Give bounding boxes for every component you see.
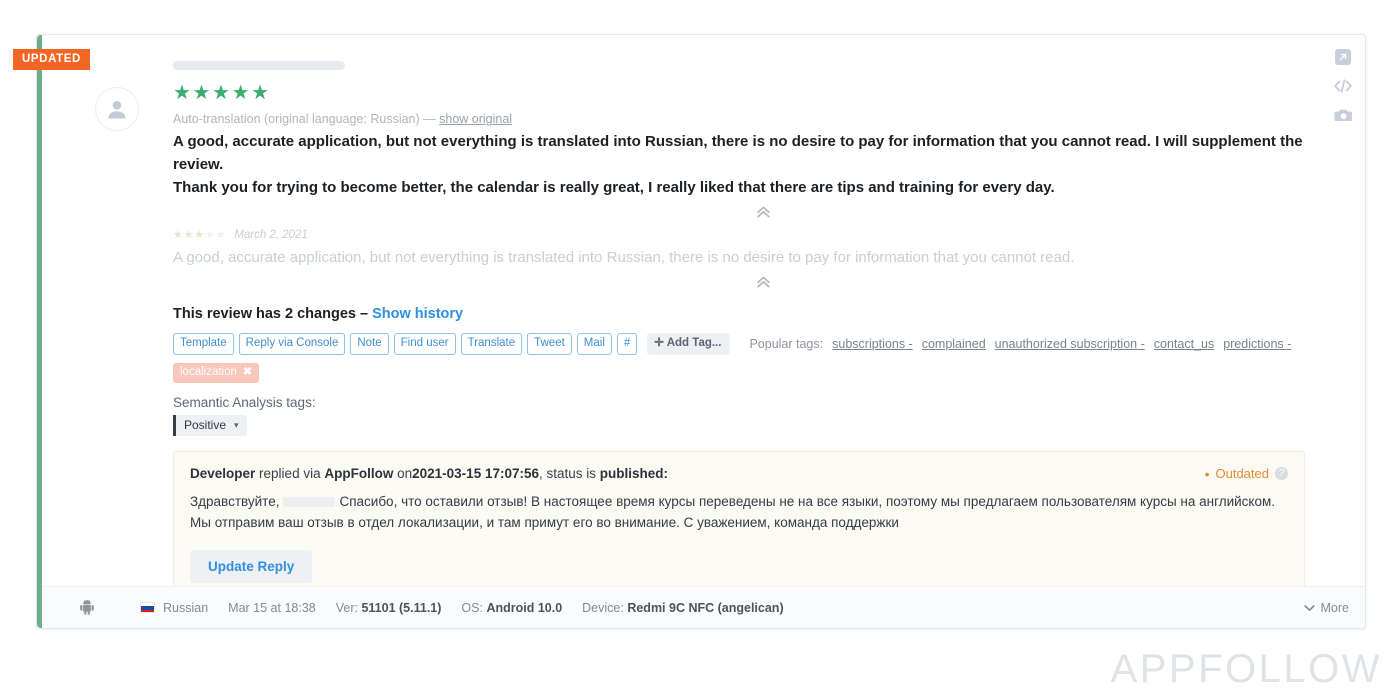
collapse-current-row [173,205,1353,224]
card-action-icons [1333,47,1353,125]
footer-language-label: Russian [163,600,209,615]
semantic-analysis-label: Semantic Analysis tags: [173,395,316,410]
redacted-username [173,61,345,70]
semantic-analysis-value: Positive [184,418,227,432]
chevron-up-double-icon[interactable] [756,205,771,219]
review-content: ★★★★★ Auto-translation (original languag… [173,61,1305,600]
reply-body-text: Спасибо, что оставили отзыв! В настоящее… [190,494,1276,530]
chevron-down-icon [1303,601,1315,615]
footer-os: OS: Android 10.0 [461,601,562,615]
footer-device-value: Redmi 9C NFC (angelican) [627,600,784,615]
review-text: A good, accurate application, but not ev… [173,130,1305,199]
tweet-button[interactable]: Tweet [527,333,572,355]
review-changes-line: This review has 2 changes – Show history [173,306,1305,322]
appfollow-watermark: APPFOLLOW [1110,647,1382,691]
reply-body-greeting: Здравствуйте, [190,494,280,509]
review-card-page: UPDATED ★★★★★ Auto-translation (original… [0,0,1400,700]
review-card: UPDATED ★★★★★ Auto-translation (original… [13,34,1366,629]
note-button[interactable]: Note [350,333,389,355]
changes-count-text: This review has 2 changes – [173,306,369,322]
footer-os-value: Android 10.0 [486,600,563,615]
history-review-text: A good, accurate application, but not ev… [173,249,1075,266]
close-icon[interactable]: ✖ [243,366,252,379]
history-rating-stars: ★★★★★ [173,229,227,241]
reply-datetime: 2021-03-15 17:07:56 [412,466,539,481]
reply-author: Developer [190,466,256,481]
tag-chip-label: localization [180,366,237,378]
developer-reply-block: • Outdated ? Developer replied via AppFo… [173,451,1305,600]
reply-status-text: , status is [539,466,597,481]
show-history-link[interactable]: Show history [372,306,463,322]
reply-header: Developer replied via AppFollow on2021-0… [190,466,1288,481]
footer-date: Mar 15 at 18:38 [228,600,316,615]
popular-tags-label: Popular tags: [749,337,824,351]
more-toggle[interactable]: More [1303,600,1349,615]
outdated-status: • Outdated ? [1205,466,1288,481]
mail-button[interactable]: Mail [576,333,612,355]
reply-via-console-button[interactable]: Reply via Console [238,333,346,355]
popular-tag-subscriptions[interactable]: subscriptions - [832,337,913,351]
popular-tag-complained[interactable]: complained [922,337,986,351]
plus-icon: ✛ [654,337,664,349]
hash-tag-button[interactable]: # [616,333,638,355]
collapse-history-row [173,275,1353,294]
reply-via-text: replied via [259,466,321,481]
update-reply-button[interactable]: Update Reply [190,550,313,583]
show-original-link[interactable]: show original [439,112,512,126]
template-button[interactable]: Template [173,333,234,355]
more-label: More [1320,600,1349,615]
history-date: March 2, 2021 [234,228,308,241]
auto-translation-label: Auto-translation (original language: Rus… [173,112,436,126]
card-body: ★★★★★ Auto-translation (original languag… [42,35,1365,600]
review-meta-footer: Russian Mar 15 at 18:38 Ver: 51101 (5.11… [42,586,1365,628]
camera-icon[interactable] [1333,105,1353,125]
status-dot-icon: • [1204,465,1210,482]
translate-button[interactable]: Translate [460,333,523,355]
footer-device-label: Device: [582,600,624,615]
review-rating-stars: ★★★★★ [173,82,271,104]
reply-body: Здравствуйте, Спасибо, что оставили отзыв… [190,491,1288,533]
russia-flag-icon [140,602,155,613]
footer-os-label: OS: [461,600,483,615]
footer-device: Device: Redmi 9C NFC (angelican) [582,601,783,615]
action-buttons-row: Template Reply via Console Note Find use… [173,333,1305,355]
reply-on-text: on [397,466,413,481]
popular-tag-predictions[interactable]: predictions - [1223,337,1291,351]
updated-badge: UPDATED [13,49,90,70]
footer-version-value: 51101 (5.11.1) [361,600,442,615]
add-tag-button[interactable]: ✛ Add Tag... [647,333,731,355]
redacted-recipient-name [283,497,336,508]
popular-tag-contact-us[interactable]: contact_us [1154,337,1214,351]
semantic-analysis-select[interactable]: Positive ▾ [173,415,247,436]
chevron-up-double-icon[interactable] [756,275,771,289]
avatar [95,87,139,131]
assigned-tags: localization ✖ [173,362,1305,383]
popular-tags: Popular tags: subscriptions - complained… [749,337,1291,351]
outdated-label: Outdated [1215,466,1270,481]
review-text-line-2: Thank you for trying to become better, t… [173,179,1055,196]
review-text-line-1: A good, accurate application, but not ev… [173,133,1303,173]
help-icon[interactable]: ? [1275,467,1288,480]
android-icon [80,600,94,615]
open-in-new-icon[interactable] [1333,47,1353,67]
reply-platform: AppFollow [324,466,394,481]
history-entry-meta: ★★★★★ March 2, 2021 [173,228,1305,242]
reply-status: published: [599,466,669,481]
auto-translation-notice: Auto-translation (original language: Rus… [173,112,1305,126]
popular-tag-unauthorized-subscription[interactable]: unauthorized subscription - [995,337,1145,351]
code-icon[interactable] [1333,76,1353,96]
footer-version-label: Ver: [335,600,358,615]
footer-language: Russian [140,601,208,615]
footer-version: Ver: 51101 (5.11.1) [336,601,442,615]
chevron-down-icon: ▾ [234,419,239,430]
find-user-button[interactable]: Find user [393,333,456,355]
tag-chip-localization[interactable]: localization ✖ [173,363,260,383]
add-tag-label: Add Tag... [666,337,722,349]
